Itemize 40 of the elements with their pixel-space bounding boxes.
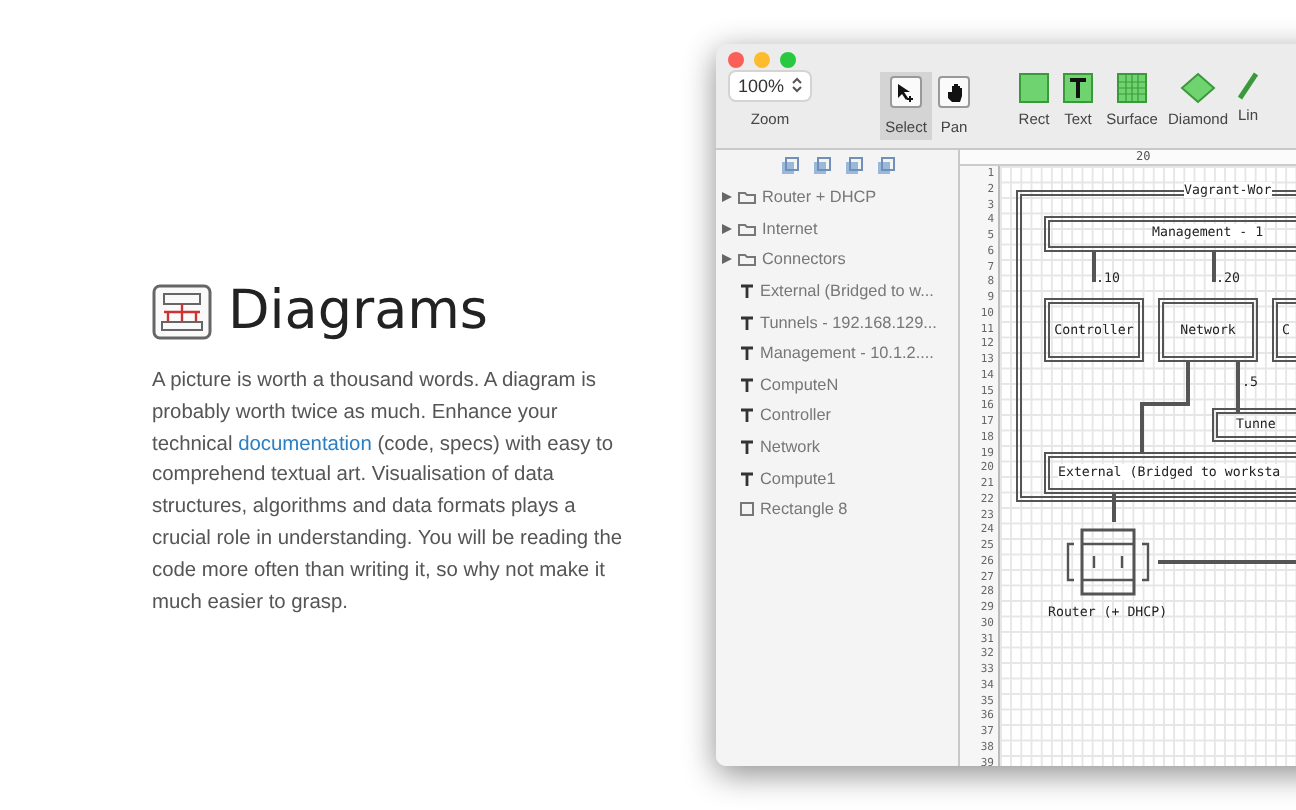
text-layer-icon [740, 315, 754, 330]
layer-item[interactable]: Tunnels - 192.168.129... [716, 306, 958, 338]
connector-line [1092, 252, 1096, 282]
text-layer-icon [740, 284, 754, 299]
hand-icon [938, 76, 970, 108]
section-title: Diagrams [228, 280, 488, 342]
diagram-icon [152, 283, 212, 339]
text-tool-icon [1062, 72, 1094, 104]
text-layer-icon [740, 377, 754, 392]
rectangle-layer-icon [740, 502, 754, 517]
zoom-window-icon[interactable] [780, 52, 796, 68]
layer-item[interactable]: Compute1 [716, 462, 958, 494]
zoom-field[interactable]: 100% [730, 72, 810, 100]
grid-icon [1116, 72, 1148, 104]
connector-line [1112, 494, 1116, 522]
description-paragraph: A picture is worth a thousand words. A diagram is probably worth twice as much. Enhance your technical documentation (code, specs) with easy to comprehend textual art. Visualisation of data structures, algorithms and data formats plays a crucial role in understanding. You will be reading the code more often than writing it, so why not make it much easier to grasp. [152, 368, 624, 618]
documentation-link[interactable]: documentation [238, 433, 372, 456]
disclosure-icon[interactable] [722, 223, 732, 234]
layer-item[interactable]: Management - 10.1.2.... [716, 337, 958, 370]
pointer-icon [890, 76, 922, 108]
layer-item[interactable]: External (Bridged to w... [716, 275, 958, 307]
rectangle-icon [1018, 72, 1050, 104]
text-layer-icon [740, 346, 754, 361]
layer-item[interactable]: Router + DHCP [716, 182, 958, 214]
text-layer-icon [740, 471, 754, 486]
stepper-icon[interactable] [792, 76, 802, 94]
layer-item[interactable]: Controller [716, 400, 958, 432]
text-layer-icon [740, 408, 754, 423]
diamond-icon [1180, 72, 1216, 104]
close-icon[interactable] [728, 52, 744, 68]
layer-item[interactable]: Connectors [716, 244, 958, 276]
connector-line [1212, 252, 1216, 282]
text-layer-icon [740, 440, 754, 455]
layer-item[interactable]: Network [716, 431, 958, 463]
layer-item[interactable]: Internet [716, 213, 958, 245]
disclosure-icon[interactable] [722, 192, 732, 203]
layer-item[interactable]: ComputeN [716, 369, 958, 401]
disclosure-icon[interactable] [722, 254, 732, 265]
line-icon [1238, 72, 1258, 100]
layer-item[interactable]: Rectangle 8 [716, 493, 958, 526]
